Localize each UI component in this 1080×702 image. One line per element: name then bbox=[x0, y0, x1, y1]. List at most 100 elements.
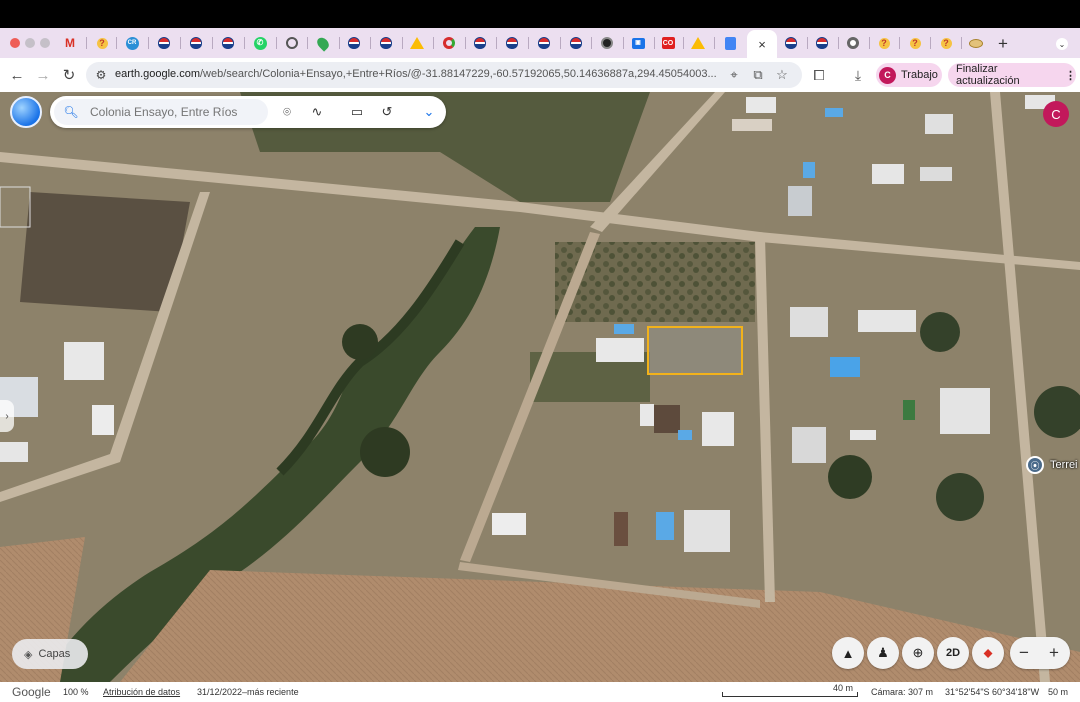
earth-map-viewport[interactable]: 🔍︎ ⌾ ∿ ▭ ↺ ⌄ C › ⦿ Terrei ◈ Capas ▲ ♟ ⊕ … bbox=[0, 92, 1080, 682]
tab-close-icon[interactable]: × bbox=[758, 37, 766, 52]
browser-toolbar: ← → ↻ ⚙ earth.google.com/web/search/Colo… bbox=[0, 58, 1080, 92]
tab-divider bbox=[899, 37, 900, 49]
active-tab[interactable]: × bbox=[747, 30, 777, 58]
new-tab-button[interactable]: + bbox=[998, 34, 1008, 54]
finish-update-button[interactable]: Finalizar actualización ⋮ bbox=[948, 63, 1076, 87]
chevron-down-icon[interactable]: ⌄ bbox=[420, 103, 438, 121]
tab-divider bbox=[370, 37, 371, 49]
tab-remax-icon[interactable] bbox=[347, 36, 361, 50]
forward-arrow-icon[interactable]: → bbox=[33, 65, 53, 85]
coordinates: 31°52'54"S 60°34'18"W bbox=[945, 687, 1040, 697]
tab-docs-icon[interactable] bbox=[723, 36, 737, 50]
data-attribution-link[interactable]: Atribución de datos bbox=[103, 687, 180, 697]
pegman-icon[interactable]: ♟ bbox=[867, 637, 899, 669]
tab-strip: M ? CR ✆ ▣ CO × ? ? ? + ⌄ bbox=[0, 28, 1080, 58]
window-minimize-button[interactable] bbox=[25, 38, 35, 48]
tab-remax-icon[interactable] bbox=[784, 36, 798, 50]
reload-icon[interactable]: ↻ bbox=[59, 65, 79, 85]
search-input[interactable] bbox=[90, 103, 260, 121]
tab-help-icon[interactable]: ? bbox=[95, 36, 109, 50]
tab-help-icon[interactable]: ? bbox=[939, 36, 953, 50]
side-panel-toggle-icon[interactable]: › bbox=[0, 400, 14, 432]
zoom-level: 100 % bbox=[63, 687, 89, 697]
tab-remax-icon[interactable] bbox=[569, 36, 583, 50]
back-arrow-icon[interactable]: ← bbox=[7, 65, 27, 85]
ruler-icon[interactable]: ▭ bbox=[348, 103, 366, 121]
imagery-date: 31/12/2022–más reciente bbox=[197, 687, 299, 697]
tab-meet-icon[interactable]: ▣ bbox=[631, 36, 645, 50]
tab-crm-icon[interactable]: CR bbox=[125, 36, 139, 50]
tab-divider bbox=[961, 37, 962, 49]
tab-divider bbox=[116, 37, 117, 49]
north-compass-icon[interactable]: ⬥ bbox=[972, 637, 1004, 669]
tab-remax-icon[interactable] bbox=[157, 36, 171, 50]
tab-help-icon[interactable]: ? bbox=[908, 36, 922, 50]
tab-food-icon[interactable] bbox=[969, 36, 983, 50]
search-field[interactable]: 🔍︎ bbox=[54, 99, 268, 125]
search-icon[interactable]: 🔍︎ bbox=[63, 105, 78, 119]
profile-avatar: C bbox=[879, 66, 896, 84]
tab-remax-icon[interactable] bbox=[505, 36, 519, 50]
google-logo: Google bbox=[12, 685, 51, 699]
place-label-text: Terrei bbox=[1050, 459, 1078, 471]
profile-button[interactable]: C Trabajo bbox=[876, 63, 942, 87]
compass-icon[interactable]: ▲ bbox=[832, 637, 864, 669]
window-close-button[interactable] bbox=[10, 38, 20, 48]
tab-divider bbox=[180, 37, 181, 49]
tab-remax-icon[interactable] bbox=[379, 36, 393, 50]
address-bar[interactable]: ⚙ earth.google.com/web/search/Colonia+En… bbox=[86, 62, 802, 88]
tab-globe-icon[interactable] bbox=[285, 36, 299, 50]
history-icon[interactable]: ↺ bbox=[378, 103, 396, 121]
place-marker[interactable]: ⦿ Terrei bbox=[1026, 456, 1078, 474]
tab-divider bbox=[276, 37, 277, 49]
tab-remax-icon[interactable] bbox=[815, 36, 829, 50]
more-menu-icon[interactable]: ⋮ bbox=[1065, 69, 1076, 82]
pin-icon[interactable]: ⌾ bbox=[278, 103, 296, 121]
layers-button[interactable]: ◈ Capas bbox=[12, 639, 88, 669]
extensions-icon[interactable]: ⧠ bbox=[810, 66, 828, 84]
tab-divider bbox=[591, 37, 592, 49]
window-zoom-button[interactable] bbox=[40, 38, 50, 48]
tab-help-icon[interactable]: ? bbox=[877, 36, 891, 50]
tab-divider bbox=[714, 37, 715, 49]
location-pin-icon[interactable]: ⌖ bbox=[726, 67, 742, 83]
bookmark-star-icon[interactable]: ☆ bbox=[774, 67, 790, 83]
url-path: /web/search/Colonia+Ensayo,+Entre+Ríos/@… bbox=[200, 68, 717, 80]
tab-divider bbox=[930, 37, 931, 49]
view-mode-button[interactable]: 2D bbox=[937, 637, 969, 669]
tab-divider bbox=[496, 37, 497, 49]
tab-drive-icon[interactable] bbox=[410, 36, 424, 50]
user-avatar[interactable]: C bbox=[1043, 101, 1069, 127]
tab-search-chevron-icon[interactable]: ⌄ bbox=[1056, 38, 1068, 50]
tab-chrome-icon[interactable] bbox=[846, 36, 860, 50]
tab-divider bbox=[807, 37, 808, 49]
tab-app-icon[interactable] bbox=[442, 36, 456, 50]
tab-remax-icon[interactable] bbox=[221, 36, 235, 50]
site-info-icon[interactable]: ⚙ bbox=[94, 68, 108, 82]
tab-drive-icon[interactable] bbox=[691, 36, 705, 50]
tab-divider bbox=[465, 37, 466, 49]
downloads-icon[interactable]: ⤓ bbox=[849, 66, 867, 84]
url-text[interactable]: earth.google.com/web/search/Colonia+Ensa… bbox=[115, 68, 719, 80]
tab-gmail-icon[interactable]: M bbox=[63, 36, 77, 50]
zoom-out-button[interactable]: − bbox=[1012, 641, 1036, 665]
tab-divider bbox=[212, 37, 213, 49]
tab-remax-icon[interactable] bbox=[537, 36, 551, 50]
google-earth-logo[interactable] bbox=[10, 96, 42, 128]
tab-divider bbox=[86, 37, 87, 49]
status-bar: Google 100 % Atribución de datos 31/12/2… bbox=[0, 682, 1080, 702]
tab-circle-icon[interactable] bbox=[600, 36, 614, 50]
tab-co-icon[interactable]: CO bbox=[661, 36, 675, 50]
zoom-in-button[interactable]: + bbox=[1042, 641, 1066, 665]
tab-divider bbox=[838, 37, 839, 49]
tab-maps-icon[interactable] bbox=[314, 34, 332, 52]
install-app-icon[interactable]: ⧉ bbox=[750, 67, 766, 83]
path-icon[interactable]: ∿ bbox=[308, 103, 326, 121]
tab-remax-icon[interactable] bbox=[189, 36, 203, 50]
tab-whatsapp-icon[interactable]: ✆ bbox=[253, 36, 267, 50]
tab-remax-icon[interactable] bbox=[473, 36, 487, 50]
my-location-icon[interactable]: ⊕ bbox=[902, 637, 934, 669]
tab-divider bbox=[244, 37, 245, 49]
tab-divider bbox=[402, 37, 403, 49]
zoom-controls: − + bbox=[1010, 637, 1070, 669]
